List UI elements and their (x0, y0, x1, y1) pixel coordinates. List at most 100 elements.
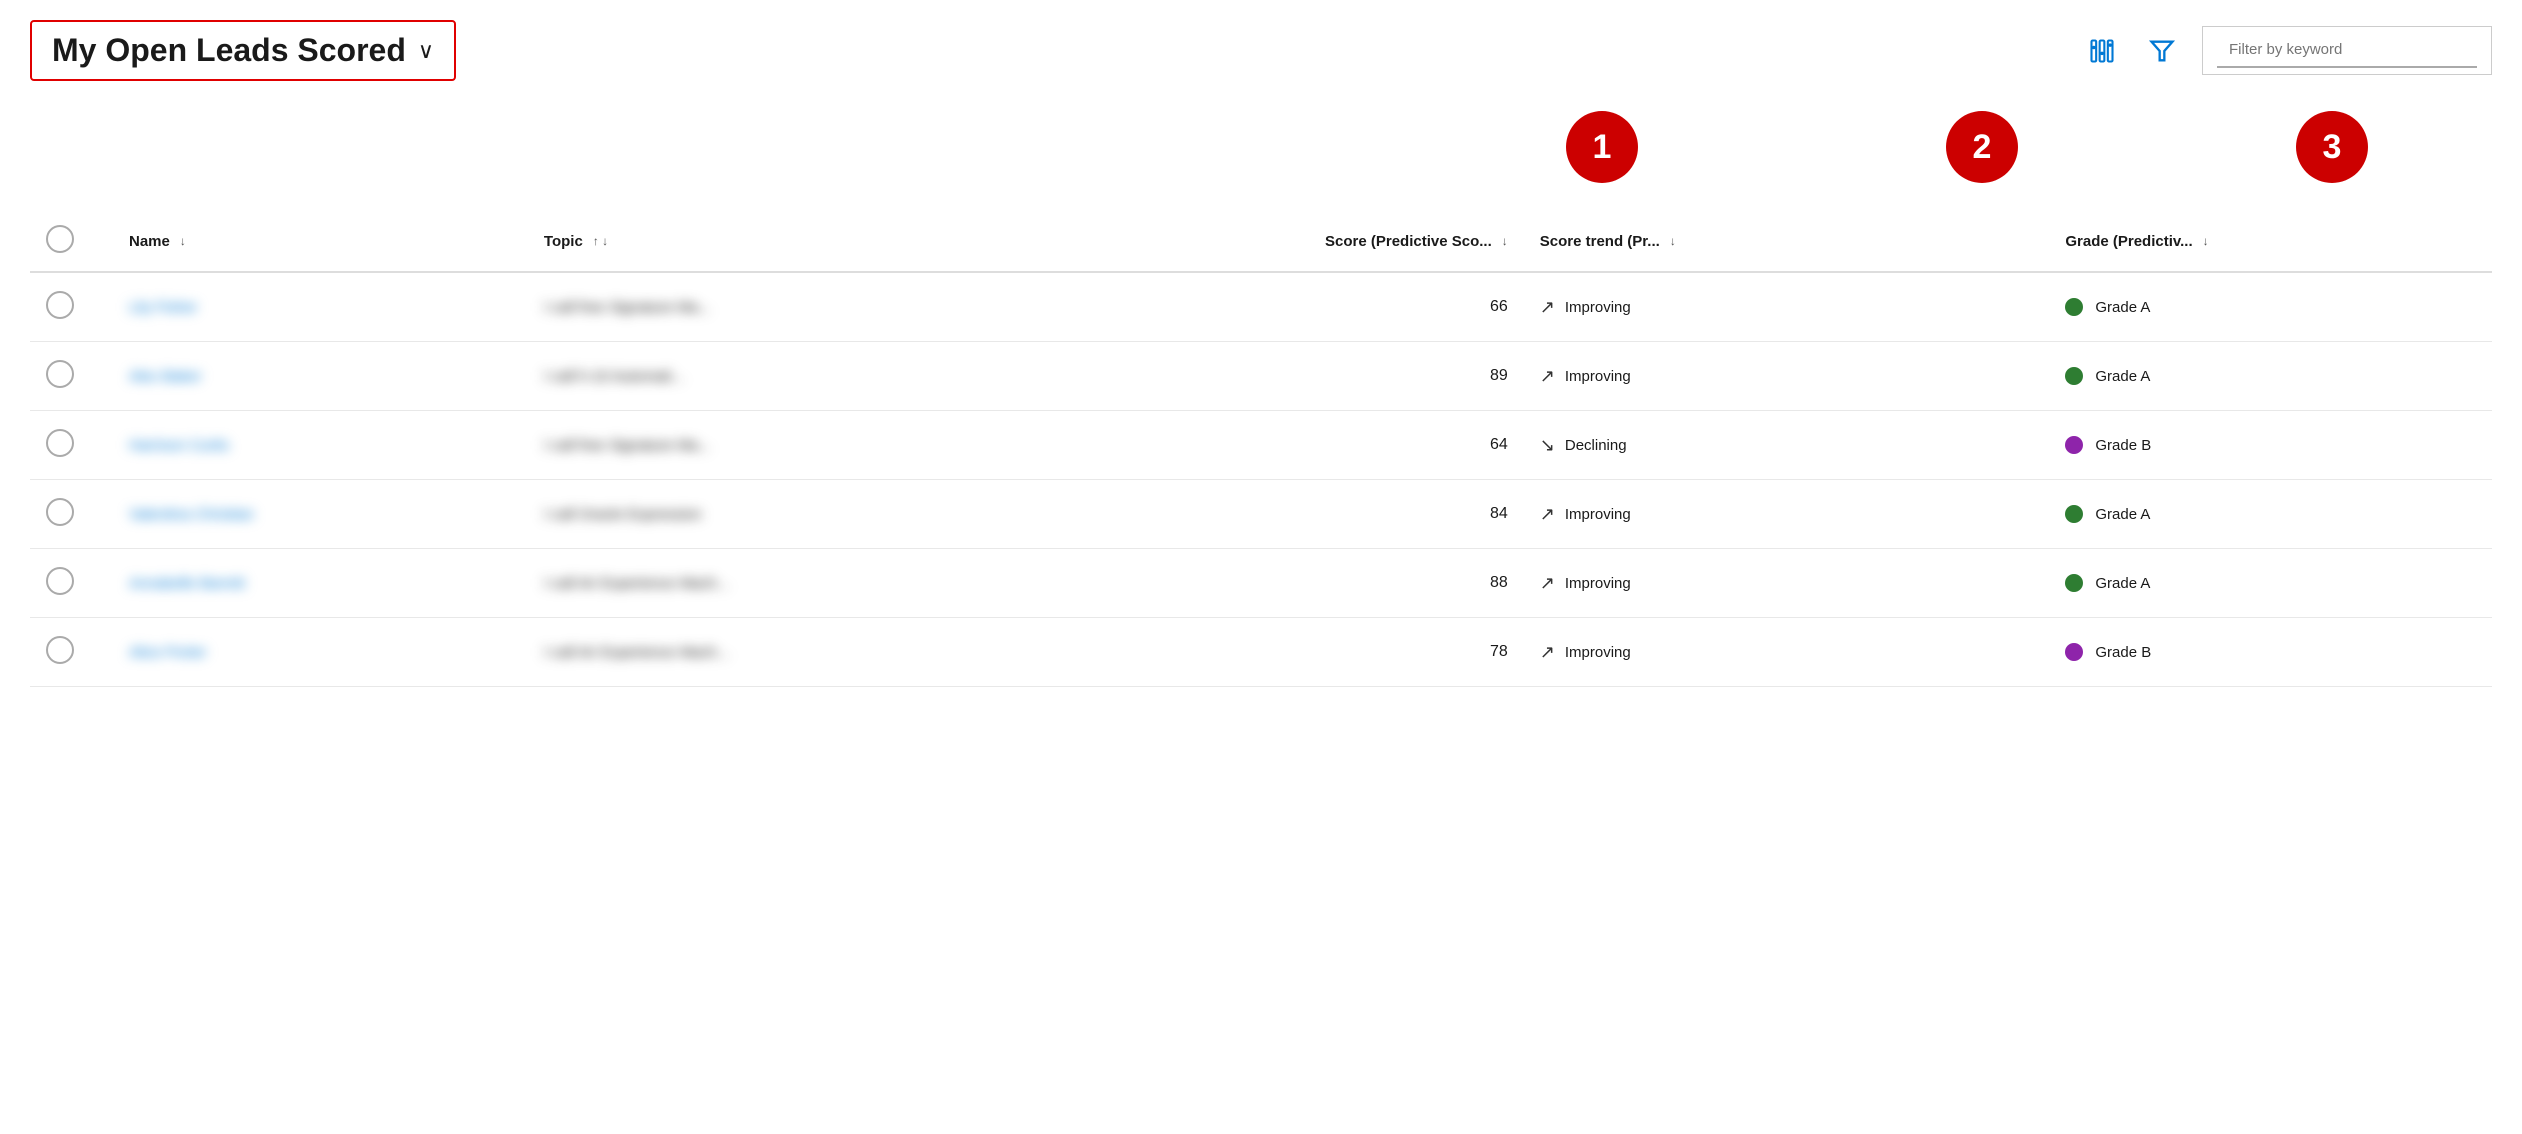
row-name-cell: Lily Fisher (113, 272, 528, 342)
row-grade-cell: Grade A (2049, 480, 2492, 549)
row-name-link[interactable]: Harrison Curtis (129, 437, 229, 454)
th-checkbox (30, 211, 113, 272)
header: My Open Leads Scored ∨ (30, 20, 2492, 81)
row-checkbox-cell (30, 618, 113, 687)
row-trend-cell: ↘ Declining (1524, 411, 2050, 480)
th-name[interactable]: Name ↓ (113, 211, 528, 272)
row-grade-dot-icon (2065, 298, 2083, 316)
row-topic-cell: I call Air Experience Mach... (528, 549, 1109, 618)
row-grade-label: Grade A (2095, 368, 2150, 385)
row-checkbox-cell (30, 342, 113, 411)
row-trend-cell: ↗ Improving (1524, 549, 2050, 618)
row-checkbox[interactable] (46, 498, 74, 526)
row-checkbox[interactable] (46, 291, 74, 319)
select-all-checkbox[interactable] (46, 225, 74, 253)
row-checkbox-cell (30, 480, 113, 549)
row-name-link[interactable]: Lily Fisher (129, 299, 197, 316)
row-trend-cell: ↗ Improving (1524, 272, 2050, 342)
row-name-cell: Annabelle Barrett (113, 549, 528, 618)
th-score[interactable]: Score (Predictive Sco... ↓ (1109, 211, 1524, 272)
row-score-cell: 89 (1109, 342, 1524, 411)
row-trend-label: Improving (1565, 368, 1631, 385)
row-score-value: 78 (1490, 643, 1508, 660)
row-topic-value: I call free Signature Ma... (544, 437, 711, 454)
row-checkbox-cell (30, 411, 113, 480)
filter-input[interactable] (2217, 33, 2477, 68)
filter-input-wrapper (2202, 26, 2492, 75)
row-trend-arrow-icon: ↗ (1540, 504, 1555, 525)
row-grade-dot-icon (2065, 367, 2083, 385)
row-score-value: 66 (1490, 298, 1508, 315)
row-topic-value: I call Oracle Expression (544, 506, 702, 523)
th-score-label: Score (Predictive Sco... (1325, 233, 1492, 250)
row-topic-cell: I call h-10 Automati... (528, 342, 1109, 411)
row-trend-arrow-icon: ↗ (1540, 297, 1555, 318)
filter-button[interactable] (2142, 31, 2182, 71)
row-trend-label: Improving (1565, 644, 1631, 661)
table-row: Valentina Christian I call Oracle Expres… (30, 480, 2492, 549)
th-trend[interactable]: Score trend (Pr... ↓ (1524, 211, 2050, 272)
row-name-cell: Valentina Christian (113, 480, 528, 549)
row-topic-cell: I call free Signature Ma... (528, 272, 1109, 342)
title-dropdown[interactable]: My Open Leads Scored ∨ (30, 20, 456, 81)
row-grade-cell: Grade A (2049, 272, 2492, 342)
row-topic-cell: I call Oracle Expression (528, 480, 1109, 549)
row-trend-label: Improving (1565, 506, 1631, 523)
page-container: My Open Leads Scored ∨ (0, 0, 2522, 1134)
column-settings-button[interactable] (2082, 31, 2122, 71)
row-score-cell: 88 (1109, 549, 1524, 618)
row-trend-label: Improving (1565, 575, 1631, 592)
row-grade-label: Grade A (2095, 299, 2150, 316)
header-controls (2082, 26, 2492, 75)
filter-icon (2148, 37, 2176, 65)
row-topic-cell: I call free Signature Ma... (528, 411, 1109, 480)
th-name-label: Name (129, 233, 170, 250)
row-checkbox[interactable] (46, 360, 74, 388)
th-grade-label: Grade (Predictiv... (2065, 233, 2192, 250)
th-name-sort-icon: ↓ (180, 234, 186, 248)
table-row: Harrison Curtis I call free Signature Ma… (30, 411, 2492, 480)
th-topic[interactable]: Topic ↑ ↓ (528, 211, 1109, 272)
row-score-cell: 78 (1109, 618, 1524, 687)
row-grade-dot-icon (2065, 436, 2083, 454)
badge-3: 3 (2296, 111, 2368, 183)
row-checkbox[interactable] (46, 429, 74, 457)
row-name-cell: Alice Porter (113, 618, 528, 687)
row-topic-cell: I call Air Experience Mach... (528, 618, 1109, 687)
row-name-cell: Alex Baker (113, 342, 528, 411)
row-name-link[interactable]: Alex Baker (129, 368, 202, 385)
table-row: Lily Fisher I call free Signature Ma... … (30, 272, 2492, 342)
row-name-link[interactable]: Valentina Christian (129, 506, 254, 523)
page-title: My Open Leads Scored (52, 32, 406, 69)
row-trend-label: Declining (1565, 437, 1627, 454)
row-score-cell: 66 (1109, 272, 1524, 342)
row-trend-cell: ↗ Improving (1524, 618, 2050, 687)
row-grade-label: Grade B (2095, 644, 2151, 661)
row-trend-arrow-icon: ↗ (1540, 573, 1555, 594)
row-checkbox[interactable] (46, 567, 74, 595)
row-grade-label: Grade A (2095, 575, 2150, 592)
th-trend-label: Score trend (Pr... (1540, 233, 1660, 250)
th-topic-label: Topic (544, 233, 583, 250)
row-name-cell: Harrison Curtis (113, 411, 528, 480)
row-checkbox-cell (30, 549, 113, 618)
table-row: Annabelle Barrett I call Air Experience … (30, 549, 2492, 618)
column-settings-icon (2088, 37, 2116, 65)
row-grade-label: Grade A (2095, 506, 2150, 523)
table-header-row: Name ↓ Topic ↑ ↓ Score (Predictive Sco..… (30, 211, 2492, 272)
row-trend-arrow-icon: ↗ (1540, 642, 1555, 663)
row-name-link[interactable]: Annabelle Barrett (129, 575, 245, 592)
table-row: Alice Porter I call Air Experience Mach.… (30, 618, 2492, 687)
row-score-cell: 64 (1109, 411, 1524, 480)
row-name-link[interactable]: Alice Porter (129, 644, 207, 661)
row-grade-dot-icon (2065, 574, 2083, 592)
th-topic-sort-icon: ↑ ↓ (593, 234, 608, 248)
row-topic-value: I call Air Experience Mach... (544, 644, 729, 661)
row-checkbox[interactable] (46, 636, 74, 664)
row-grade-dot-icon (2065, 643, 2083, 661)
row-trend-cell: ↗ Improving (1524, 480, 2050, 549)
th-grade[interactable]: Grade (Predictiv... ↓ (2049, 211, 2492, 272)
row-grade-dot-icon (2065, 505, 2083, 523)
row-trend-cell: ↗ Improving (1524, 342, 2050, 411)
row-score-cell: 84 (1109, 480, 1524, 549)
